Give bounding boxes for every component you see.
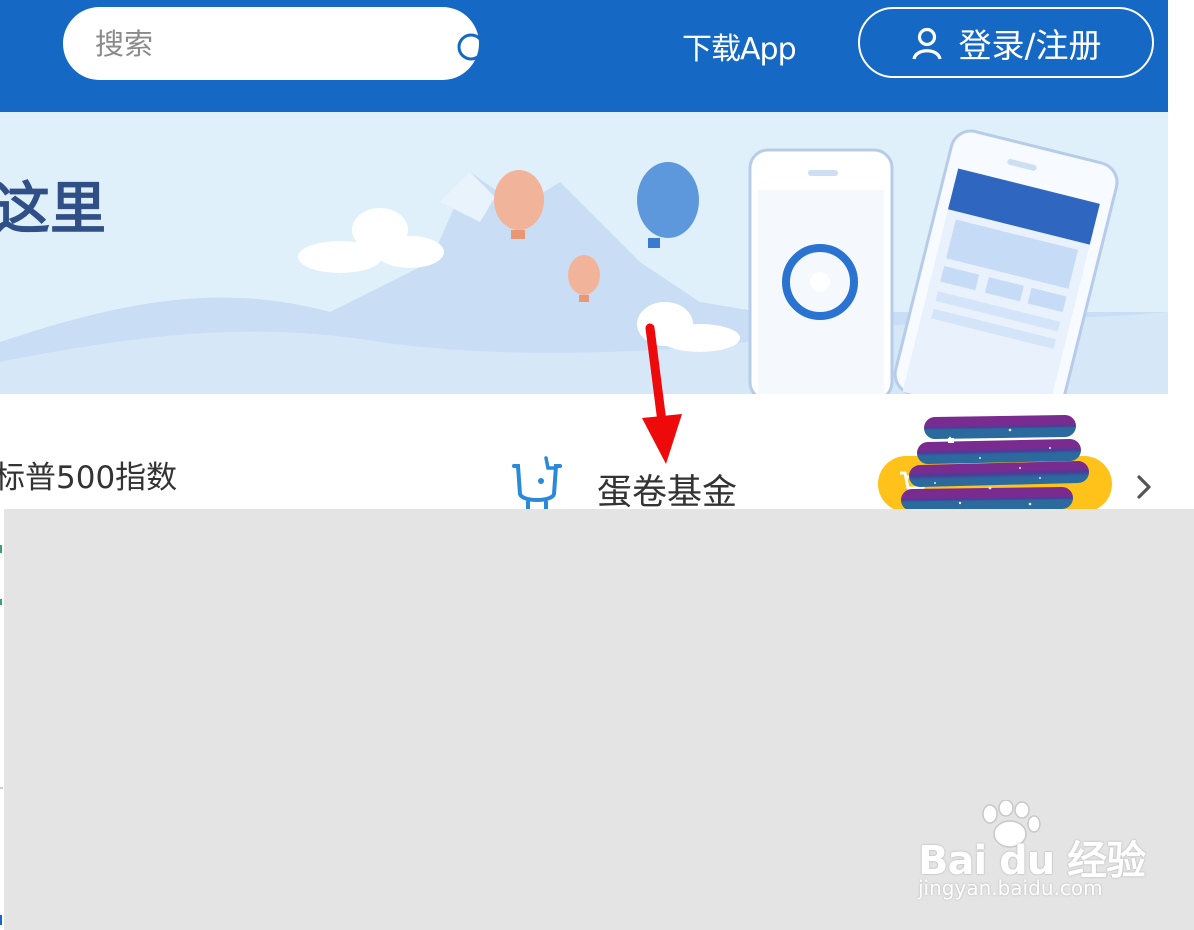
banner-illustration	[0, 129, 1168, 394]
search-input[interactable]	[95, 7, 395, 80]
search-icon[interactable]	[455, 31, 493, 69]
danjuan-fund-link[interactable]: 蛋卷基金	[597, 464, 737, 515]
red-arrow-annotation	[642, 323, 682, 464]
search-box[interactable]	[63, 7, 491, 80]
banner-title: 这里	[0, 177, 106, 242]
top-navigation-bar: 下载App 登录/注册	[0, 0, 1168, 112]
download-app-link[interactable]: 下载App	[682, 24, 797, 68]
baidu-jingyan-watermark: Bai du 经验 jingyan.baidu.com	[912, 800, 1146, 910]
login-register-button[interactable]: 登录/注册	[858, 7, 1154, 78]
sp500-index-link[interactable]: 标普500指数	[0, 452, 177, 497]
user-icon	[912, 27, 943, 60]
edge-fragment	[0, 545, 3, 925]
chevron-right-icon[interactable]	[1132, 472, 1156, 502]
login-register-label: 登录/注册	[958, 25, 1102, 65]
promo-banner[interactable]: 这里	[0, 112, 1168, 394]
watermark-domain: jingyan.baidu.com	[918, 876, 1103, 900]
danjuan-logo-icon	[512, 456, 562, 512]
